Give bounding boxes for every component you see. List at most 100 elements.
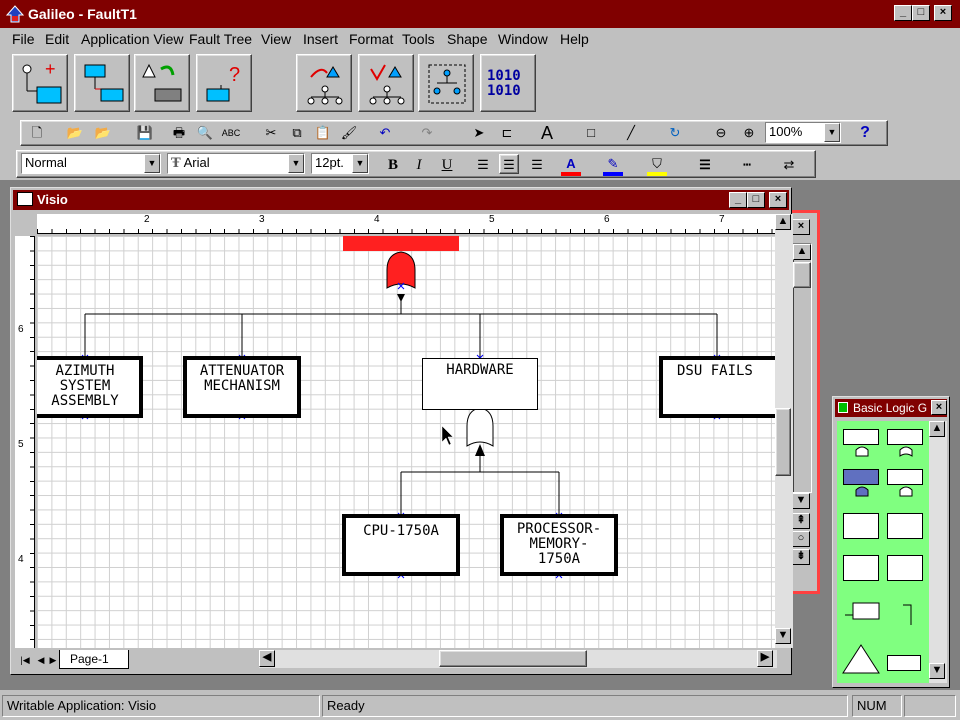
app-title-bar[interactable]: Galileo - FaultT1 _ □ × bbox=[0, 0, 960, 28]
scroll-up-icon[interactable]: ▲ bbox=[929, 421, 945, 437]
undo-icon[interactable]: ↶ bbox=[375, 123, 395, 143]
tab-page-1[interactable]: Page-1 bbox=[59, 650, 129, 669]
redo-icon[interactable]: ↷ bbox=[417, 123, 437, 143]
close-button[interactable]: × bbox=[934, 5, 952, 21]
stencil-scrollbar[interactable]: ▲ ▼ bbox=[929, 421, 947, 683]
menu-insert[interactable]: Insert bbox=[303, 31, 338, 47]
style-select[interactable]: Normal ▼ bbox=[21, 153, 161, 174]
event-processor-memory-1750a[interactable]: PROCESSOR- MEMORY- 1750A bbox=[500, 514, 618, 576]
line-color-icon[interactable]: ✎ bbox=[603, 154, 623, 176]
master-or-gate[interactable] bbox=[887, 429, 923, 445]
connector-tool-icon[interactable]: ⊏ bbox=[497, 123, 517, 143]
bold-button[interactable]: B bbox=[383, 155, 403, 175]
save-icon[interactable]: 💾 bbox=[135, 123, 155, 143]
help-icon[interactable]: ? bbox=[855, 123, 875, 143]
master-and-gate[interactable] bbox=[843, 429, 879, 445]
scroll-down-icon[interactable]: ▼ bbox=[775, 628, 791, 644]
scroll-up-icon[interactable]: ▲ bbox=[793, 244, 811, 260]
add-event-button[interactable]: + bbox=[12, 54, 68, 112]
master-seq-gate[interactable] bbox=[843, 555, 879, 581]
print-icon[interactable]: 🖶 bbox=[169, 123, 189, 143]
event-azimuth-system-assembly[interactable]: AZIMUTH SYSTEM ASSEMBLY bbox=[37, 356, 143, 418]
close-button[interactable]: × bbox=[931, 400, 947, 415]
copy-icon[interactable]: ⧉ bbox=[287, 123, 307, 143]
scroll-up-icon[interactable]: ▲ bbox=[775, 214, 791, 230]
rotate-tool-icon[interactable]: ↻ bbox=[665, 123, 685, 143]
master-spare-gate[interactable] bbox=[843, 513, 879, 539]
line-weight-icon[interactable]: ☰ bbox=[695, 155, 715, 175]
insert-subtree-button[interactable] bbox=[74, 54, 130, 112]
zoom-out-icon[interactable]: ⊖ bbox=[711, 123, 731, 143]
master-kofn-gate[interactable] bbox=[887, 555, 923, 581]
side-scrollbar[interactable]: ▲ bbox=[792, 243, 812, 493]
chevron-down-icon[interactable]: ▼ bbox=[288, 154, 304, 173]
menu-tools[interactable]: Tools bbox=[402, 31, 435, 47]
event-attenuator-mechanism[interactable]: ATTENUATOR MECHANISM bbox=[183, 356, 301, 418]
page-select-icon[interactable]: ○ bbox=[792, 531, 810, 547]
triangle-transfer-icon[interactable] bbox=[841, 643, 881, 675]
print-preview-icon[interactable]: 🔍 bbox=[195, 123, 215, 143]
menu-view[interactable]: View bbox=[261, 31, 291, 47]
scroll-down-icon[interactable]: ▼ bbox=[792, 493, 810, 509]
maximize-button[interactable]: □ bbox=[912, 5, 930, 21]
master-basic-event[interactable] bbox=[887, 655, 921, 671]
vertical-scrollbar[interactable]: ▲ ▼ bbox=[775, 214, 793, 648]
zoom-select[interactable]: 100% ▼ bbox=[765, 122, 841, 143]
text-color-icon[interactable]: A bbox=[561, 154, 581, 176]
next-page-icon[interactable]: ⇟ bbox=[792, 549, 810, 565]
chevron-down-icon[interactable]: ▼ bbox=[144, 154, 160, 173]
horizontal-scrollbar[interactable]: ◀ ▶ bbox=[259, 650, 777, 668]
event-dsu-fails[interactable]: DSU FAILS bbox=[659, 356, 775, 418]
pointer-tool-icon[interactable]: ➤ bbox=[469, 123, 489, 143]
visio-title-bar[interactable]: Visio _ □ × bbox=[13, 190, 789, 210]
chevron-down-icon[interactable]: ▼ bbox=[824, 123, 840, 142]
drawing-canvas[interactable]: AZIMUTH SYSTEM ASSEMBLY ATTENUATOR MECHA… bbox=[37, 236, 775, 648]
italic-button[interactable]: I bbox=[409, 155, 429, 175]
maximize-button[interactable]: □ bbox=[747, 192, 765, 208]
scroll-left-icon[interactable]: ◀ bbox=[259, 650, 275, 667]
vertical-scroll-thumb[interactable] bbox=[775, 408, 791, 476]
line-tool-icon[interactable]: ╱ bbox=[621, 123, 641, 143]
select-subtree-button[interactable] bbox=[418, 54, 474, 112]
scroll-down-icon[interactable]: ▼ bbox=[929, 663, 945, 679]
analyze-tree-button[interactable] bbox=[296, 54, 352, 112]
menu-edit[interactable]: Edit bbox=[45, 31, 69, 47]
scroll-right-icon[interactable]: ▶ bbox=[757, 650, 773, 667]
binary-button[interactable]: 1010 1010 bbox=[480, 54, 536, 112]
check-tree-button[interactable] bbox=[358, 54, 414, 112]
rectangle-tool-icon[interactable]: □ bbox=[581, 123, 601, 143]
font-size-select[interactable]: 12pt. ▼ bbox=[311, 153, 369, 174]
menu-help[interactable]: Help bbox=[560, 31, 589, 47]
cut-icon[interactable]: ✂ bbox=[261, 123, 281, 143]
align-left-icon[interactable]: ☰ bbox=[473, 155, 493, 175]
menu-application-view[interactable]: Application View bbox=[81, 31, 183, 47]
zoom-in-icon[interactable]: ⊕ bbox=[739, 123, 759, 143]
master-fdep-gate[interactable] bbox=[887, 513, 923, 539]
master-pand-gate[interactable] bbox=[887, 469, 923, 485]
align-right-icon[interactable]: ☰ bbox=[527, 155, 547, 175]
close-button[interactable]: × bbox=[769, 192, 787, 208]
event-hardware[interactable]: HARDWARE bbox=[422, 358, 538, 410]
horizontal-scroll-thumb[interactable] bbox=[439, 650, 587, 667]
open-stencil-icon[interactable]: 📂 bbox=[93, 123, 113, 143]
close-icon[interactable]: × bbox=[792, 219, 810, 235]
font-select[interactable]: Ŧ Arial ▼ bbox=[167, 153, 305, 174]
line-pattern-icon[interactable]: ┅ bbox=[737, 155, 757, 175]
menu-shape[interactable]: Shape bbox=[447, 31, 487, 47]
line-ends-icon[interactable]: ⇄ bbox=[779, 155, 799, 175]
align-center-icon[interactable]: ☰ bbox=[499, 154, 519, 174]
menu-fault-tree[interactable]: Fault Tree bbox=[189, 31, 252, 47]
stencil-title-bar[interactable]: Basic Logic G × bbox=[835, 399, 947, 417]
text-tool-icon[interactable]: A bbox=[537, 123, 557, 143]
minimize-button[interactable]: _ bbox=[894, 5, 912, 21]
menu-window[interactable]: Window bbox=[498, 31, 548, 47]
event-cpu-1750a[interactable]: CPU-1750A bbox=[342, 514, 460, 576]
replace-gate-button[interactable] bbox=[134, 54, 190, 112]
menu-file[interactable]: File bbox=[12, 31, 35, 47]
open-folder-icon[interactable]: 📂 bbox=[65, 123, 85, 143]
master-selected-gate[interactable] bbox=[843, 469, 879, 485]
fill-color-icon[interactable]: ⛉ bbox=[647, 154, 667, 176]
underline-button[interactable]: U bbox=[437, 155, 457, 175]
prev-page-icon[interactable]: ⇞ bbox=[792, 513, 810, 529]
spelling-icon[interactable]: ABC bbox=[221, 123, 241, 143]
